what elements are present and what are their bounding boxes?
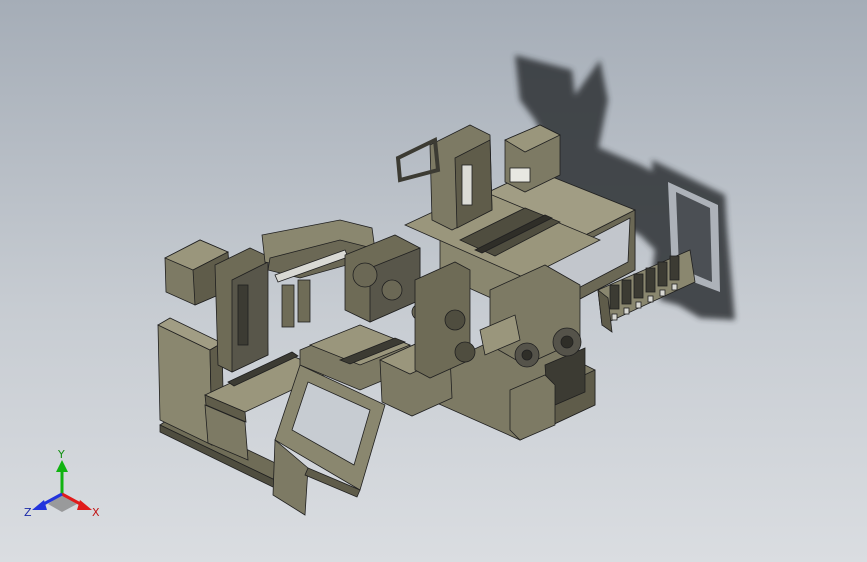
coordinate-triad-icon: Y X Z — [24, 448, 100, 519]
z-axis-arrow — [32, 500, 47, 510]
assembly-model[interactable] — [0, 0, 867, 562]
x-axis-label: X — [92, 506, 100, 519]
cad-viewport[interactable]: Y X Z — [0, 0, 867, 562]
y-axis-label: Y — [57, 448, 65, 461]
z-axis-label: Z — [24, 506, 32, 519]
cylinder-1 — [281, 284, 295, 328]
x-axis-arrow — [77, 500, 92, 510]
cylinder-2 — [297, 279, 311, 323]
y-axis-arrow — [56, 460, 68, 472]
